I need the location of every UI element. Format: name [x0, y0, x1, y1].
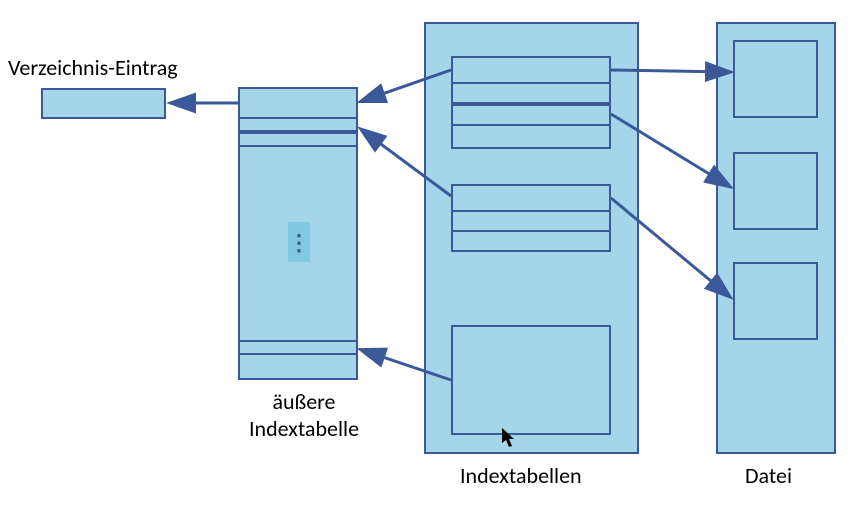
- index-box-top-row1: [451, 82, 611, 104]
- ellipsis-box: ⋮: [288, 222, 310, 262]
- verzeichnis-label: Verzeichnis-Eintrag: [8, 54, 178, 81]
- ellipsis-icon: ⋮: [288, 229, 310, 256]
- index-box-top-row2: [451, 104, 611, 126]
- outer-indextable-label: äußere Indextabelle: [224, 388, 384, 442]
- directory-entry-box: [41, 88, 166, 119]
- indextabellen-label: Indextabellen: [460, 462, 582, 489]
- datei-box-3: [733, 262, 818, 340]
- index-box-bottom: [451, 325, 611, 435]
- index-box-mid-row1: [451, 210, 611, 232]
- outer-row-2: [238, 132, 358, 147]
- datei-label: Datei: [745, 462, 792, 489]
- datei-box-1: [733, 40, 818, 118]
- datei-box-2: [733, 152, 818, 230]
- outer-row-1: [238, 117, 358, 132]
- outer-row-last: [238, 340, 358, 355]
